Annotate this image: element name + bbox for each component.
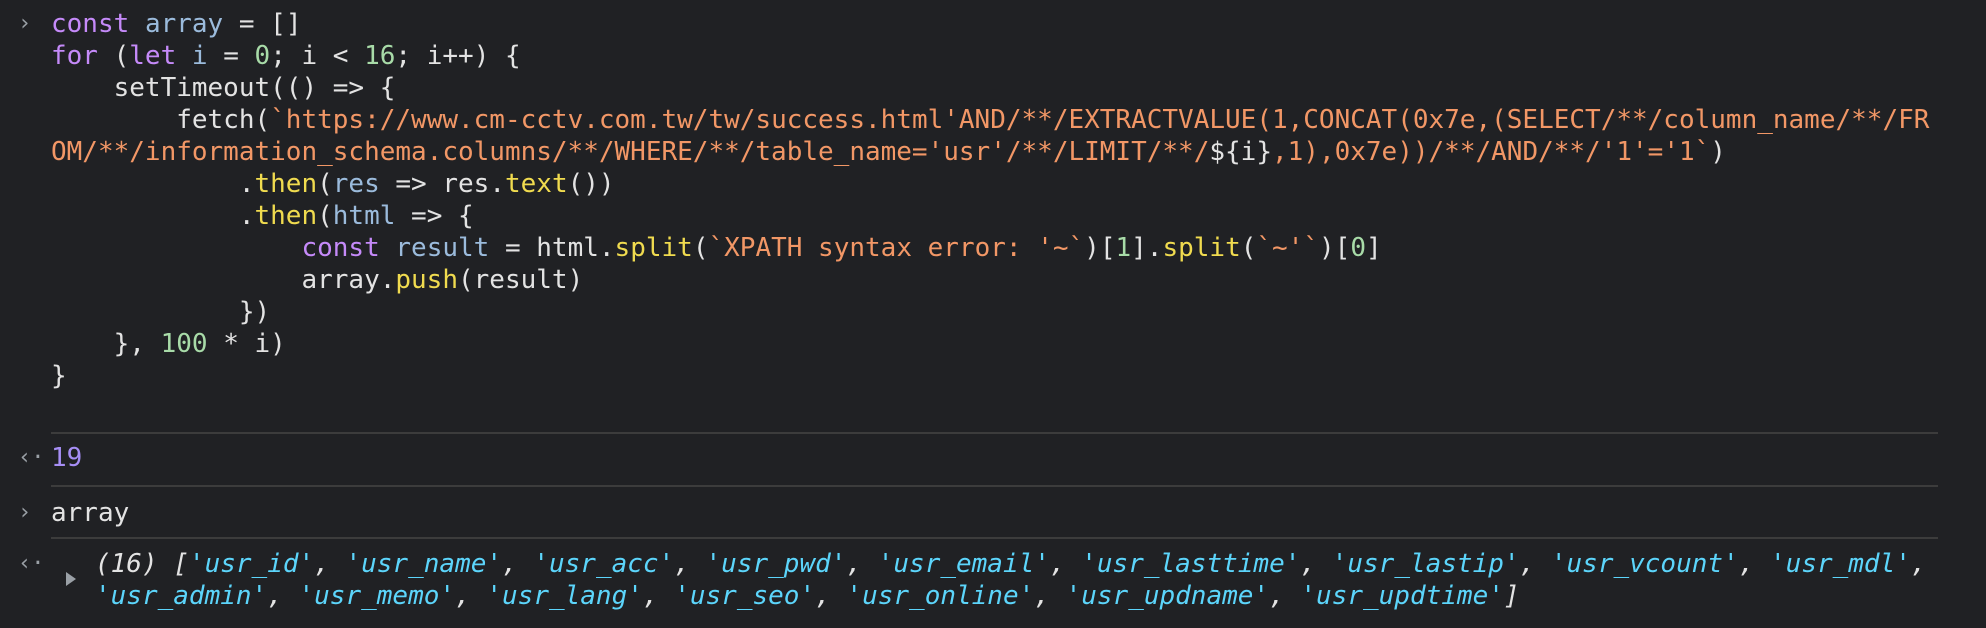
- code-line: const result = html.split(`XPATH syntax …: [301, 233, 1382, 263]
- code-line: for (let i = 0; i < 16; i++) {: [51, 41, 521, 71]
- array-item: 'usr_acc': [533, 549, 675, 579]
- array-item: 'usr_seo': [674, 581, 816, 611]
- code-line: setTimeout(() => {: [51, 73, 396, 103]
- array-item: 'usr_updtime': [1300, 581, 1504, 611]
- return-arrow-icon: ‹·: [18, 445, 45, 470]
- array-item: 'usr_lastip': [1331, 549, 1520, 579]
- array-item: 'usr_updname': [1065, 581, 1270, 611]
- array-item: 'usr_lasttime': [1081, 549, 1301, 579]
- code-line: fetch(`https://www.cm-cctv.com.tw/tw/suc…: [51, 105, 1930, 167]
- code-line: }, 100 * i): [51, 329, 286, 359]
- console-output-entry: ‹· (16) ['usr_id', 'usr_name', 'usr_acc'…: [0, 548, 1986, 612]
- console-panel: › const array = [] for (let i = 0; i < 1…: [0, 0, 1986, 628]
- console-input-entry[interactable]: › array: [0, 497, 1986, 529]
- code-line: }: [51, 361, 67, 391]
- array-item: 'usr_online': [846, 581, 1035, 611]
- return-value: 19: [51, 443, 83, 473]
- input-prompt-icon: ›: [18, 11, 32, 36]
- array-item: 'usr_name': [345, 549, 503, 579]
- array-item: 'usr_lang': [486, 581, 643, 611]
- array-item: 'usr_pwd': [705, 549, 847, 579]
- code-line: array: [51, 498, 130, 528]
- console-output-entry: ‹· 19: [0, 442, 1986, 474]
- code-line: .then(html => {: [51, 201, 474, 231]
- array-item: 'usr_email': [877, 549, 1050, 579]
- array-item: 'usr_id': [188, 549, 315, 579]
- code-line: const array = []: [51, 9, 302, 39]
- array-item: 'usr_admin': [95, 581, 268, 611]
- divider: [51, 432, 1938, 434]
- array-preview[interactable]: (16) ['usr_id', 'usr_name', 'usr_acc', '…: [95, 548, 1938, 612]
- input-prompt-icon: ›: [18, 500, 32, 525]
- code-line: array.push(result): [51, 265, 584, 295]
- expand-triangle-icon[interactable]: [66, 572, 76, 586]
- array-item: 'usr_memo': [298, 581, 456, 611]
- array-item: 'usr_mdl': [1770, 549, 1911, 579]
- divider: [51, 537, 1938, 539]
- array-item: 'usr_vcount': [1550, 549, 1739, 579]
- array-count: (16) [: [95, 549, 189, 579]
- return-arrow-icon: ‹·: [18, 551, 45, 576]
- code-line: .then(res => res.text()): [51, 169, 615, 199]
- divider: [51, 485, 1938, 487]
- code-line: }): [51, 297, 271, 327]
- console-input-entry[interactable]: › const array = [] for (let i = 0; i < 1…: [0, 8, 1986, 392]
